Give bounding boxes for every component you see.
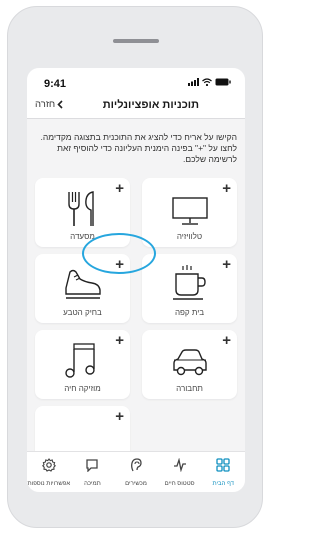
program-card-outdoors[interactable]: + בחיק הטבע (35, 254, 130, 323)
add-program-button[interactable]: + (115, 181, 124, 196)
tab-life-status[interactable]: סטטוס חיים (158, 452, 202, 492)
hearing-aid-icon (131, 458, 142, 472)
add-program-button[interactable]: + (222, 333, 231, 348)
tab-label: תמיכה (84, 481, 101, 487)
gear-icon (41, 458, 56, 472)
tab-home[interactable]: דף הבית (201, 452, 245, 492)
add-program-button[interactable]: + (115, 333, 124, 348)
add-program-button[interactable]: + (115, 257, 124, 272)
tab-label: דף הבית (212, 481, 234, 487)
tab-label: מכשירים (125, 481, 147, 487)
home-grid-icon (216, 458, 230, 472)
tab-label: אפשרויות נוספות (27, 481, 71, 487)
bottom-tab-bar: דף הבית סטטוס חיים מכשירים תמיכה אפשרויו… (27, 451, 245, 492)
status-time: 9:41 (44, 78, 67, 90)
back-label: חזרה (35, 99, 56, 110)
phone-speaker (113, 39, 159, 43)
add-program-button[interactable]: + (222, 181, 231, 196)
card-label: בחיק הטבע (63, 308, 102, 317)
card-label: תחבורה (176, 384, 203, 393)
tv-icon (172, 197, 208, 225)
chevron-left-icon (57, 100, 63, 109)
battery-icon (215, 78, 231, 86)
program-card-restaurant[interactable]: + מסעדה (35, 178, 130, 247)
signal-icon (188, 78, 199, 86)
tab-support[interactable]: תמיכה (71, 452, 115, 492)
card-label: מסעדה (70, 232, 95, 241)
add-program-button[interactable]: + (222, 257, 231, 272)
program-card-tv[interactable]: + טלוויזיה (142, 178, 237, 247)
program-card-transport[interactable]: + תחבורה (142, 330, 237, 399)
music-note-icon (65, 343, 95, 378)
tab-label: סטטוס חיים (164, 481, 195, 487)
program-card-live-music[interactable]: + מוזיקה חיה (35, 330, 130, 399)
coffee-cup-icon (173, 265, 206, 300)
tab-more-options[interactable]: אפשרויות נוספות (27, 452, 71, 492)
card-label: מוזיקה חיה (64, 384, 101, 393)
add-program-button[interactable]: + (115, 409, 124, 424)
app-screen: 9:41 חזרה תוכניות אופציונליות הקישו על א… (27, 68, 245, 492)
car-icon (173, 349, 207, 376)
fork-knife-icon (68, 191, 94, 226)
card-label: בית קפה (174, 308, 205, 317)
phone-frame: 9:41 חזרה תוכניות אופציונליות הקישו על א… (7, 6, 263, 528)
instructions-text: הקישו על אריח כדי להציג את התוכנית בתצוג… (40, 132, 237, 164)
wifi-icon (202, 78, 212, 86)
sneaker-icon (65, 269, 101, 299)
status-icons (188, 78, 231, 86)
tab-devices[interactable]: מכשירים (114, 452, 158, 492)
status-bar: 9:41 (27, 68, 245, 94)
card-label: טלוויזיה (176, 232, 203, 241)
program-card-cafe[interactable]: + בית קפה (142, 254, 237, 323)
page-title: תוכניות אופציונליות (102, 99, 199, 111)
chat-icon (86, 459, 99, 472)
activity-icon (173, 458, 186, 472)
navigation-bar: חזרה תוכניות אופציונליות (27, 94, 245, 119)
back-button[interactable]: חזרה (35, 99, 63, 110)
